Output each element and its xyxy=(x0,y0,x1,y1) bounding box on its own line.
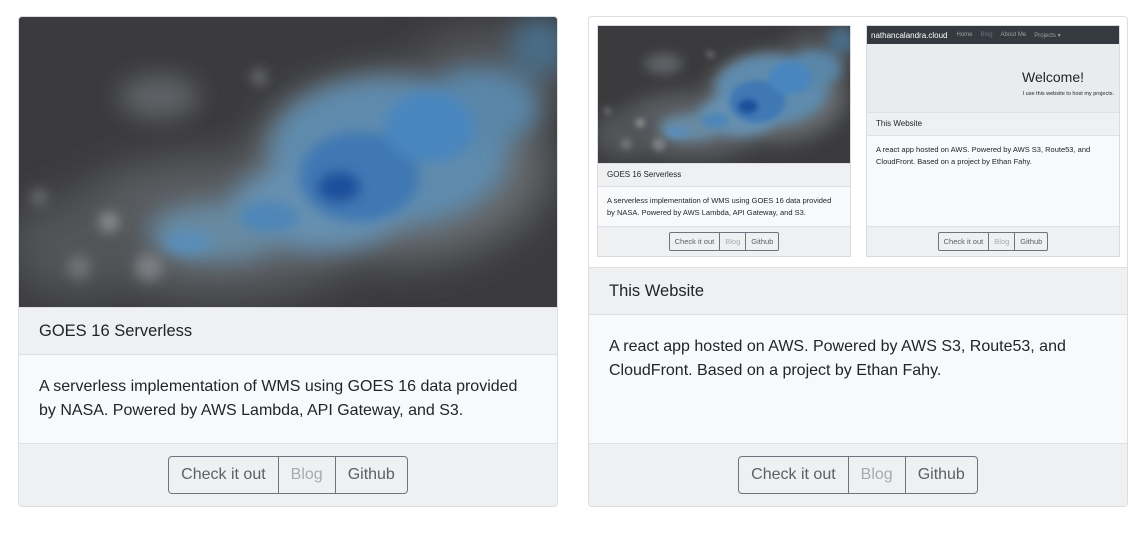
preview-cloud-image xyxy=(598,26,850,163)
preview-github-button: Github xyxy=(1014,232,1049,251)
github-button[interactable]: Github xyxy=(334,456,408,494)
preview-card-title: GOES 16 Serverless xyxy=(598,163,850,187)
card-description: A serverless implementation of WMS using… xyxy=(39,378,518,419)
preview-blog-button: Blog xyxy=(719,232,747,251)
project-card-this-website: GOES 16 Serverless A serverless implemen… xyxy=(588,16,1128,507)
preview-nav-projects: Projects ▾ xyxy=(1034,32,1061,39)
preview-welcome: Welcome! xyxy=(1022,69,1084,85)
card-footer: Check it out Blog Github xyxy=(589,443,1127,506)
preview-button-group: Check it out Blog Github xyxy=(937,232,1049,251)
check-it-out-button[interactable]: Check it out xyxy=(168,456,279,494)
card-title: GOES 16 Serverless xyxy=(19,307,557,355)
preview-nav-blog: Blog xyxy=(980,32,993,38)
website-preview-image: GOES 16 Serverless A serverless implemen… xyxy=(589,17,1127,307)
preview-blog-button: Blog xyxy=(988,232,1016,251)
preview-mini-card-website: nathancalandra.cloud Home Blog About Me … xyxy=(866,25,1120,257)
blog-button[interactable]: Blog xyxy=(847,456,906,494)
preview-nav-home: Home xyxy=(956,32,973,38)
blog-button[interactable]: Blog xyxy=(277,456,336,494)
card-description: A react app hosted on AWS. Powered by AW… xyxy=(609,338,1066,379)
card-title: This Website xyxy=(589,267,1127,315)
project-card-goes16: GOES 16 Serverless A serverless implemen… xyxy=(18,16,558,507)
preview-nav-about: About Me xyxy=(1000,32,1027,38)
preview-jumbotron: Welcome! I use this website to host my p… xyxy=(867,44,1119,112)
preview-card-title: This Website xyxy=(867,112,1119,136)
preview-button-group: Check it out Blog Github xyxy=(668,232,780,251)
preview-tagline: I use this website to host my projects. xyxy=(1022,91,1114,97)
check-it-out-button[interactable]: Check it out xyxy=(738,456,849,494)
card-button-group: Check it out Blog Github xyxy=(738,456,978,494)
card-button-group: Check it out Blog Github xyxy=(168,456,408,494)
preview-card-footer: Check it out Blog Github xyxy=(598,226,850,256)
preview-nav-brand: nathancalandra.cloud xyxy=(871,30,948,40)
github-button[interactable]: Github xyxy=(904,456,978,494)
preview-check-button: Check it out xyxy=(668,232,721,251)
preview-github-button: Github xyxy=(745,232,780,251)
preview-check-button: Check it out xyxy=(937,232,990,251)
preview-navbar: nathancalandra.cloud Home Blog About Me … xyxy=(867,26,1119,44)
preview-mini-card-goes16: GOES 16 Serverless A serverless implemen… xyxy=(597,25,851,257)
preview-card-footer: Check it out Blog Github xyxy=(867,226,1119,256)
preview-card-description: A serverless implementation of WMS using… xyxy=(607,196,832,217)
card-footer: Check it out Blog Github xyxy=(19,443,557,506)
preview-card-description: A react app hosted on AWS. Powered by AW… xyxy=(876,145,1091,166)
goes16-cloud-image xyxy=(19,17,557,307)
